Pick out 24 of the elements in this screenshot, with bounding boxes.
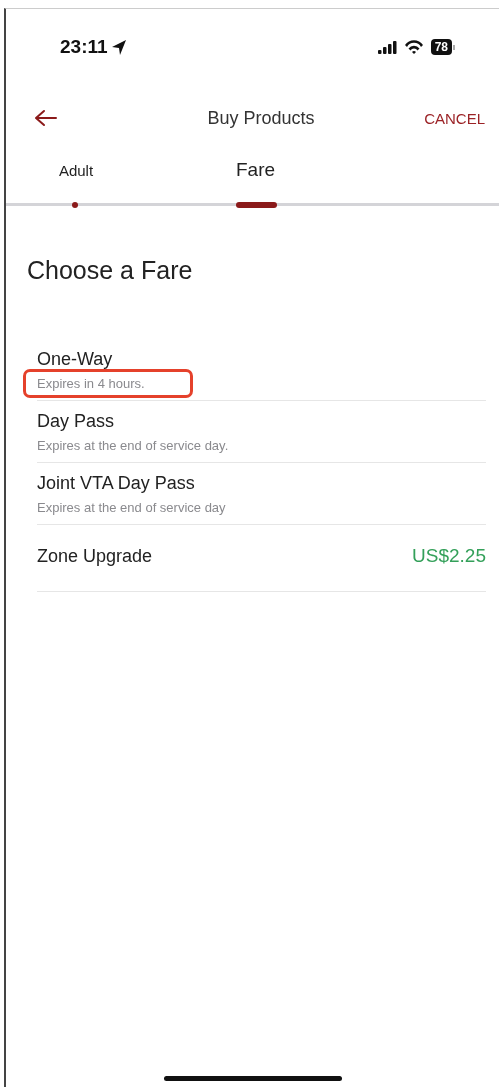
page-heading: Choose a Fare <box>27 256 194 285</box>
fare-name: Day Pass <box>37 411 116 432</box>
signal-icon <box>377 40 397 54</box>
location-arrow-icon <box>110 38 127 56</box>
step-tab[interactable]: Adult <box>56 161 96 179</box>
back-button[interactable] <box>34 109 58 127</box>
cancel-button[interactable]: CANCEL <box>424 109 485 127</box>
fare-option[interactable]: Zone Upgrade US$2.25 <box>19 525 486 591</box>
fare-option[interactable]: Day Pass Expires at the end of service day. <box>19 401 486 462</box>
back-arrow-icon <box>34 109 58 127</box>
fare-note: Expires in 4 hours. <box>37 376 145 391</box>
fare-name: Joint VTA Day Pass <box>37 473 196 494</box>
fare-name: One-Way <box>37 349 114 370</box>
step-tab[interactable]: Fare <box>236 159 276 181</box>
fare-price: US$2.25 <box>412 545 486 567</box>
fare-option[interactable]: One-Way Expires in 4 hours. <box>19 339 486 400</box>
fare-note: Expires at the end of service day. <box>37 438 229 453</box>
wifi-icon <box>403 40 424 54</box>
fare-name: Zone Upgrade <box>37 545 153 567</box>
screen-title: Buy Products <box>206 107 316 129</box>
fare-option[interactable]: Joint VTA Day Pass Expires at the end of service day <box>19 463 486 524</box>
battery-icon: 78 <box>430 39 455 55</box>
status-time: 23:11 <box>60 36 108 58</box>
fare-note: Expires at the end of service day <box>37 500 226 515</box>
